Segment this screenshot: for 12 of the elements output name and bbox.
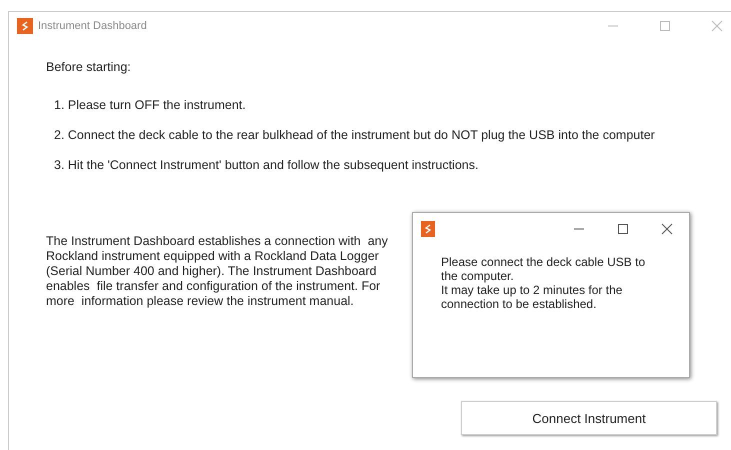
maximize-icon[interactable] (617, 223, 629, 235)
instruction-step: 1. Please turn OFF the instrument. (54, 98, 731, 112)
window-title: Instrument Dashboard (38, 20, 147, 32)
description-text: The Instrument Dashboard establishes a connection with any Rockland instrument equipped with a Rockland Data Logger (Serial Number 400 and higher). The Instrument Dashboard enables file transfer and configuration of the instrument. For more information please review the instrument manual. (46, 234, 388, 309)
instruction-step: 2. Connect the deck cable to the rear bulkhead of the instrument but do NOT plug the USB into the computer (54, 128, 731, 142)
instruction-step: 3. Hit the 'Connect Instrument' button and follow the subsequent instructions. (54, 158, 731, 172)
app-logo-icon (17, 18, 33, 34)
app-logo-icon (421, 221, 435, 237)
dialog-message: Please connect the deck cable USB to the computer. It may take up to 2 minutes for the connection to be established. (441, 255, 646, 311)
connect-instrument-button[interactable]: Connect Instrument (461, 401, 717, 435)
close-icon[interactable] (661, 223, 673, 235)
heading-text: Before starting: (46, 60, 132, 74)
